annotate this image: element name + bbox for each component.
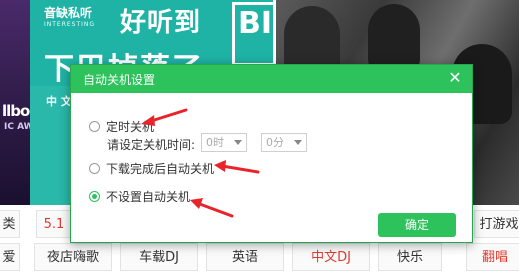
option-label: 定时关机	[106, 120, 155, 134]
hour-select[interactable]: 0时	[201, 133, 247, 152]
option-shutdown-after-download[interactable]: 下载完成后自动关机	[89, 160, 214, 177]
option-timed-shutdown[interactable]: 定时关机	[89, 118, 154, 135]
auto-shutdown-dialog: 自动关机设置 ✕ 定时关机 请设定关机时间: 0时 0分 下载完成后自动关机 不…	[70, 64, 473, 243]
radio-no-auto-shutdown[interactable]	[89, 191, 100, 202]
chevron-down-icon	[294, 140, 302, 145]
category-item[interactable]: 英语	[206, 243, 284, 271]
option-label: 下载完成后自动关机	[106, 162, 215, 176]
dialog-title: 自动关机设置	[83, 73, 156, 87]
banner-headline: 好听到	[120, 8, 202, 38]
category-item[interactable]: 类	[0, 210, 20, 238]
chevron-down-icon	[234, 140, 242, 145]
hour-value: 0时	[206, 136, 224, 149]
radio-timed-shutdown[interactable]	[89, 121, 100, 132]
minute-select[interactable]: 0分	[261, 133, 307, 152]
radio-shutdown-after-download[interactable]	[89, 163, 100, 174]
option-no-auto-shutdown[interactable]: 不设置自动关机	[89, 188, 190, 205]
banner-brand-sub: INTERESTING	[44, 21, 96, 28]
minute-value: 0分	[266, 136, 284, 149]
category-item[interactable]: 车载DJ	[120, 243, 198, 271]
option-label: 不设置自动关机	[106, 190, 191, 204]
banner-chinese-tag: 中 文	[46, 95, 72, 108]
banner-brand: 音缺私听	[44, 6, 93, 20]
category-item[interactable]: 翻唱	[466, 243, 519, 271]
category-item[interactable]: 快乐	[378, 243, 442, 271]
close-icon[interactable]: ✕	[446, 69, 464, 87]
category-item[interactable]: 中文DJ	[292, 243, 370, 271]
category-item[interactable]: 5.1	[36, 210, 72, 238]
artist-silhouette	[368, 4, 420, 70]
category-item[interactable]: 爱	[0, 243, 20, 271]
category-row-2: 爱 夜店嗨歌 车载DJ 英语 中文DJ 快乐 翻唱	[0, 240, 519, 274]
time-label: 请设定关机时间:	[107, 138, 196, 152]
confirm-button[interactable]: 确定	[378, 213, 456, 237]
category-item[interactable]: 打游戏	[474, 210, 519, 238]
category-item[interactable]: 夜店嗨歌	[34, 243, 112, 271]
